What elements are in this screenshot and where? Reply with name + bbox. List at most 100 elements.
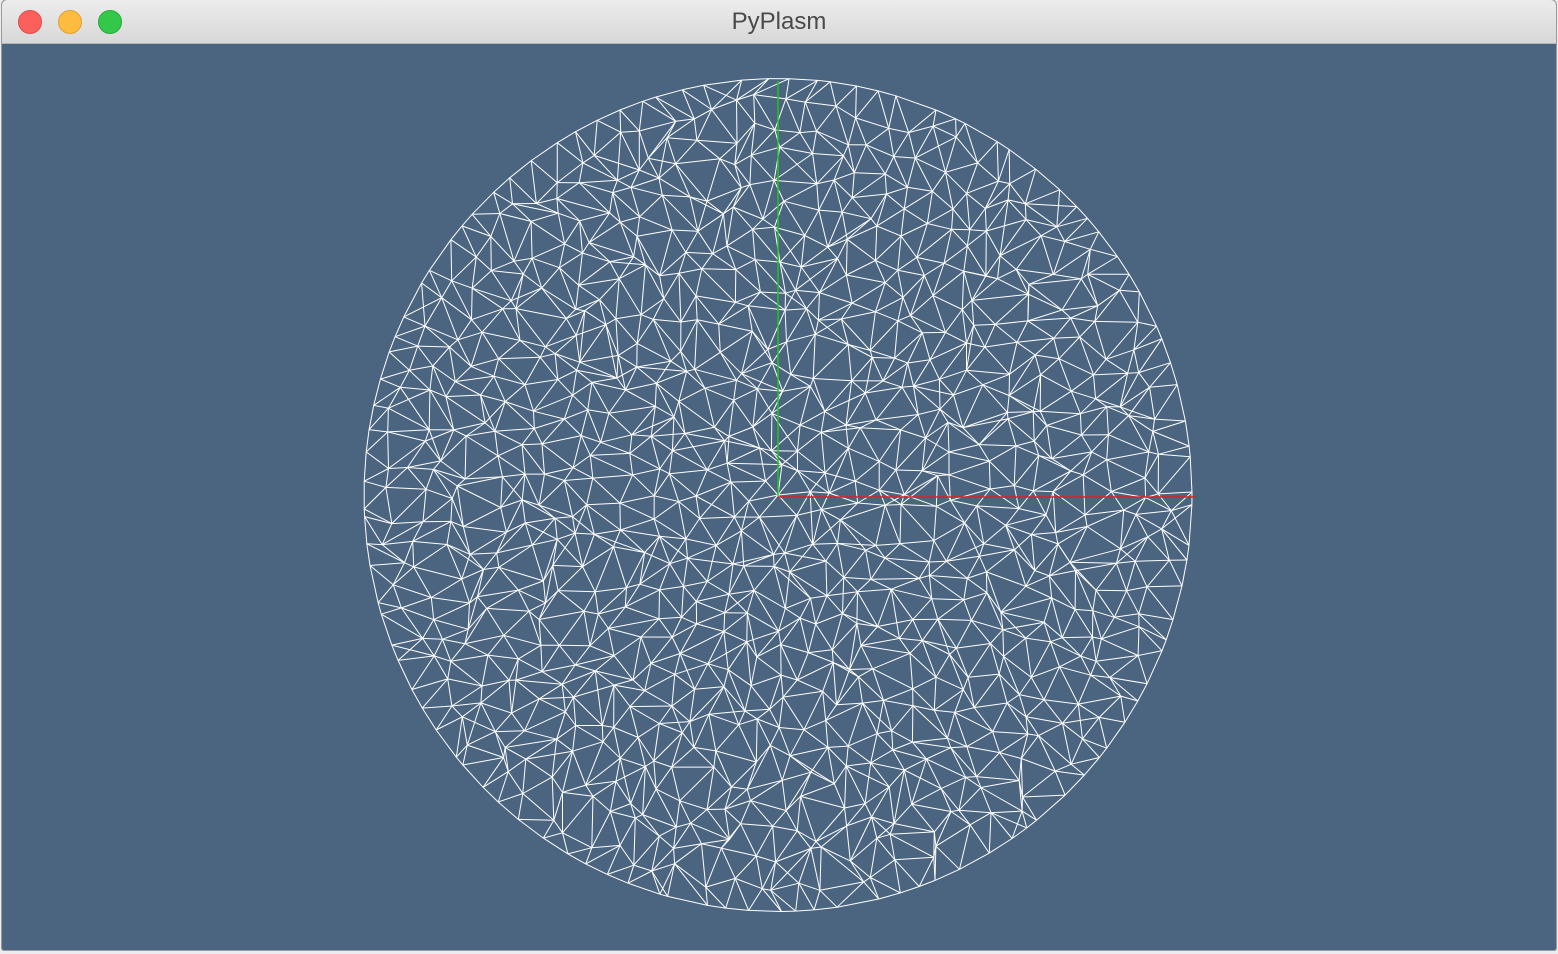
mesh-edge [407,440,426,468]
mesh-edge [1158,445,1190,455]
mesh-edge [421,270,430,284]
mesh-edge [583,591,596,612]
mesh-edge [522,776,553,794]
mesh-edge [413,544,448,568]
mesh-edge [1025,716,1063,724]
mesh-edge [877,626,900,639]
mesh-edge [898,619,914,639]
mesh-edge [563,395,574,420]
mesh-edge [1045,514,1057,533]
mesh-edge [747,779,783,790]
mesh-edge [996,141,999,182]
mesh-edge [585,784,594,797]
mesh-edge [999,255,1017,270]
mesh-edge [713,750,717,768]
mesh-edge [392,566,415,586]
mesh-edge [681,586,684,618]
mesh-edge [859,427,880,462]
mesh-edge [894,856,934,861]
mesh-edge [620,216,640,223]
mesh-edge [575,324,607,336]
mesh-edge [388,467,408,469]
mesh-edge [524,711,566,732]
mesh-edge [921,451,950,472]
mesh-edge [1138,586,1148,614]
mesh-edge [690,809,708,824]
mesh-edge [1008,149,1011,184]
mesh-edge [644,673,676,692]
mesh-edge [744,708,770,712]
mesh-edge [658,177,691,198]
mesh-edge [1188,446,1191,457]
mesh-edge [781,464,798,472]
mesh-edge [644,535,660,553]
mesh-edge [933,677,937,711]
mesh-edge [696,319,721,353]
mesh-edge [609,192,614,213]
mesh-edge [897,235,902,271]
mesh-edge [1090,661,1097,676]
mesh-edge [440,460,466,480]
mesh-edge [445,394,481,398]
mesh-edge [369,429,388,433]
mesh-edge [854,481,859,504]
mesh-edge [425,469,434,490]
mesh-edge [639,120,676,132]
mesh-edge [472,213,500,215]
mesh-edge [679,653,709,665]
mesh-edge [1092,636,1102,640]
mesh-edge [689,196,724,215]
mesh-edge [1106,406,1109,435]
mesh-edge [575,299,600,310]
mesh-edge [521,428,535,446]
mesh-edge [971,278,998,301]
mesh-edge [703,85,713,110]
mesh-edge [552,565,559,591]
mesh-edge [976,505,1006,526]
mesh-edge [600,441,630,454]
mesh-edge [783,200,819,211]
mesh-edge [403,316,426,327]
mesh-edge [462,526,471,555]
mesh-edge [1006,412,1009,419]
mesh-edge [756,708,770,720]
mesh-edge [784,552,791,573]
title-bar[interactable]: PyPlasm [2,0,1556,44]
mesh-edge [461,578,470,604]
mesh-edge [871,357,884,382]
mesh-edge [494,731,505,758]
mesh-edge [812,542,838,545]
mesh-edge [824,447,849,474]
mesh-edge [848,733,878,747]
mesh-edge [636,216,641,237]
mesh-edge [544,473,565,481]
mesh-edge [629,453,634,475]
mesh-edge [718,324,721,353]
mesh-edge [450,239,453,281]
mesh-edge [962,677,969,690]
mesh-edge [966,193,971,230]
mesh-edge [824,410,847,426]
mesh-edge [1015,445,1039,457]
mesh-edge [959,824,971,870]
mesh-edge [952,208,971,231]
mesh-edge [943,262,964,272]
mesh-edge [447,678,453,707]
mesh-edge [385,468,389,488]
mesh-edge [625,389,656,407]
mesh-edge [1033,490,1054,493]
mesh-edge [1116,256,1130,275]
mesh-edge [1008,149,1036,170]
mesh-edge [1106,722,1126,749]
mesh-edge [799,617,816,625]
mesh-edge [483,566,499,570]
mesh-edge [640,264,646,315]
mesh-edge [615,314,642,320]
mesh-edge [1156,326,1163,339]
mesh-canvas[interactable] [2,44,1556,950]
mesh-edge [843,576,871,580]
mesh-edge [894,320,899,359]
mesh-edge [756,388,773,414]
mesh-edge [565,308,577,319]
3d-viewport[interactable] [2,44,1556,950]
